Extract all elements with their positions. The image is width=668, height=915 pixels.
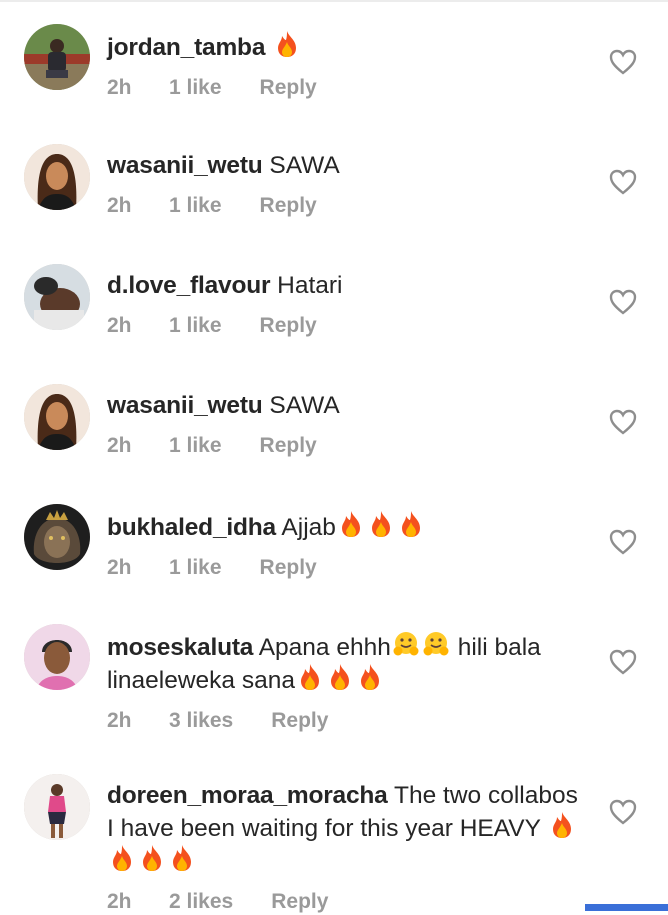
comment-likes[interactable]: 2 likes [169, 889, 233, 915]
avatar-woman-standing-icon[interactable] [24, 774, 90, 840]
fire-emoji-icon [169, 844, 195, 872]
reply-button[interactable]: Reply [271, 708, 328, 734]
avatar-woman-icon[interactable] [24, 384, 90, 450]
comment-likes[interactable]: 1 like [169, 433, 222, 459]
avatar-man-sitting-icon[interactable] [24, 24, 90, 90]
comment-username[interactable]: bukhaled_idha [107, 514, 276, 541]
fire-emoji-icon [368, 510, 394, 538]
fire-emoji-icon [357, 663, 383, 691]
reply-button[interactable]: Reply [260, 313, 317, 339]
comment-likes[interactable]: 1 like [169, 313, 222, 339]
comment-text: Apana ehhh [258, 634, 391, 661]
reply-button[interactable]: Reply [271, 889, 328, 915]
comment-likes[interactable]: 1 like [169, 555, 222, 581]
comment-time: 2h [107, 194, 132, 217]
comment-likes[interactable]: 1 like [169, 193, 222, 219]
comment-time: 2h [107, 556, 132, 579]
comment-likes[interactable]: 3 likes [169, 708, 233, 734]
comment-username[interactable]: wasanii_wetu [107, 392, 263, 419]
reply-button[interactable]: Reply [260, 433, 317, 459]
fire-emoji-icon [549, 811, 575, 839]
comment-time: 2h [107, 314, 132, 337]
heart-outline-icon[interactable] [609, 409, 637, 435]
avatar-lion-icon[interactable] [24, 504, 90, 570]
comment-username[interactable]: wasanii_wetu [107, 152, 263, 179]
fire-emoji-icon [297, 663, 323, 691]
avatar-woman-icon[interactable] [24, 144, 90, 210]
heart-outline-icon[interactable] [609, 529, 637, 555]
comment-username[interactable]: d.love_flavour [107, 272, 271, 299]
comment-text: Ajjab [281, 514, 336, 541]
heart-outline-icon[interactable] [609, 49, 637, 75]
fire-emoji-icon [139, 844, 165, 872]
comment-likes[interactable]: 1 like [169, 75, 222, 101]
comment-text: SAWA [269, 392, 340, 419]
comment-text: Hatari [277, 272, 343, 299]
bottom-scroll-indicator [585, 904, 668, 911]
comment-text: SAWA [269, 152, 340, 179]
comment-username[interactable]: jordan_tamba [107, 34, 265, 61]
reply-button[interactable]: Reply [260, 555, 317, 581]
heart-outline-icon[interactable] [609, 649, 637, 675]
fire-emoji-icon [274, 30, 300, 58]
hugging-face-emoji-icon [423, 630, 449, 658]
avatar-man-closeup-icon[interactable] [24, 264, 90, 330]
hugging-face-emoji-icon [393, 630, 419, 658]
comment-time: 2h [107, 434, 132, 457]
heart-outline-icon[interactable] [609, 169, 637, 195]
avatar-young-man-icon[interactable] [24, 624, 90, 690]
fire-emoji-icon [327, 663, 353, 691]
reply-button[interactable]: Reply [260, 75, 317, 101]
fire-emoji-icon [109, 844, 135, 872]
fire-emoji-icon [398, 510, 424, 538]
comment-time: 2h [107, 76, 132, 99]
fire-emoji-icon [338, 510, 364, 538]
comment-time: 2h [107, 709, 132, 732]
comment-username[interactable]: doreen_moraa_moracha [107, 782, 388, 809]
heart-outline-icon[interactable] [609, 289, 637, 315]
comment-time: 2h [107, 890, 132, 913]
reply-button[interactable]: Reply [260, 193, 317, 219]
top-divider [0, 0, 668, 2]
heart-outline-icon[interactable] [609, 799, 637, 825]
comment-username[interactable]: moseskaluta [107, 634, 253, 661]
